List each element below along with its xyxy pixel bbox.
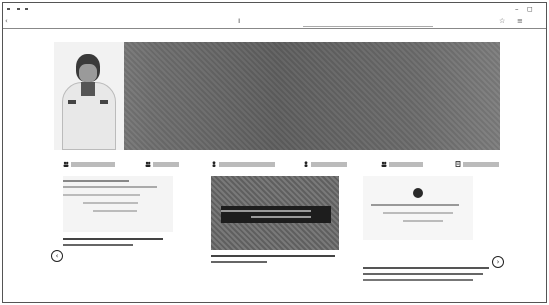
text-line (63, 180, 129, 182)
menu-item-label (219, 161, 275, 167)
banner-subtitle (238, 118, 388, 126)
document-thumbnail (363, 176, 473, 240)
maximize-icon[interactable]: ◻ (527, 5, 533, 13)
menu-item-5[interactable] (381, 158, 423, 170)
image-overlay-text (221, 206, 331, 223)
caption-line (363, 267, 489, 269)
overlay-text-line (251, 216, 311, 218)
menu-item-3[interactable] (211, 158, 275, 170)
menu-item-label (389, 161, 423, 167)
menu-item-4[interactable] (303, 158, 347, 170)
tab-dot (7, 8, 10, 10)
caption-line (63, 238, 163, 240)
menu-item-2[interactable] (145, 158, 179, 170)
text-line (383, 212, 453, 214)
banner-title (166, 86, 466, 100)
text-line (63, 186, 157, 188)
news-card[interactable] (211, 176, 341, 268)
news-image (211, 176, 339, 250)
document-icon (455, 161, 461, 167)
mouse-cursor-icon: ı (238, 16, 241, 25)
menu-item-1[interactable] (63, 158, 115, 170)
person-icon (212, 161, 216, 167)
minimize-icon[interactable]: – (515, 5, 519, 13)
menu-item-label (153, 161, 179, 167)
insignia-right (100, 100, 108, 104)
portrait-face (79, 64, 97, 82)
web-page: ‹ › (3, 30, 546, 302)
caption-line (363, 273, 483, 275)
menu-icon[interactable]: ≡ (517, 17, 523, 25)
text-line (371, 204, 459, 206)
person-icon (304, 161, 308, 167)
caption-line (63, 244, 133, 246)
back-icon[interactable]: ‹ (5, 17, 8, 25)
text-line (83, 202, 138, 204)
star-icon[interactable]: ☆ (499, 17, 505, 25)
browser-tab-bar: – ◻ (3, 3, 546, 14)
menu-item-label (463, 161, 499, 167)
tab-dot (17, 8, 20, 10)
news-card[interactable] (63, 176, 183, 268)
people-icon (145, 161, 151, 167)
chevron-left-icon: ‹ (55, 252, 59, 260)
portrait-collar (81, 82, 95, 96)
news-card[interactable] (363, 176, 493, 286)
people-icon (63, 161, 69, 167)
quick-menu (63, 158, 499, 170)
insignia-left (68, 100, 76, 104)
people-icon (381, 161, 387, 167)
menu-item-6[interactable] (455, 158, 499, 170)
menu-item-label (311, 161, 347, 167)
portrait-photo (54, 42, 124, 150)
caption-line (211, 261, 267, 263)
menu-item-label (71, 161, 115, 167)
document-thumbnail (63, 176, 173, 232)
carousel-next-button[interactable]: › (492, 256, 504, 268)
carousel-prev-button[interactable]: ‹ (51, 250, 63, 262)
text-line (403, 220, 443, 222)
hero-banner (54, 42, 500, 150)
caption-line (211, 255, 335, 257)
text-line (93, 210, 137, 212)
address-field-underline (303, 26, 433, 27)
chevron-right-icon: › (496, 258, 500, 266)
seal-icon (413, 188, 423, 198)
address-bar: ‹ ı ☆ ≡ (3, 14, 546, 29)
tab-dot (25, 8, 28, 10)
overlay-text-line (221, 210, 311, 212)
caption-line (363, 279, 473, 281)
text-line (63, 194, 140, 196)
